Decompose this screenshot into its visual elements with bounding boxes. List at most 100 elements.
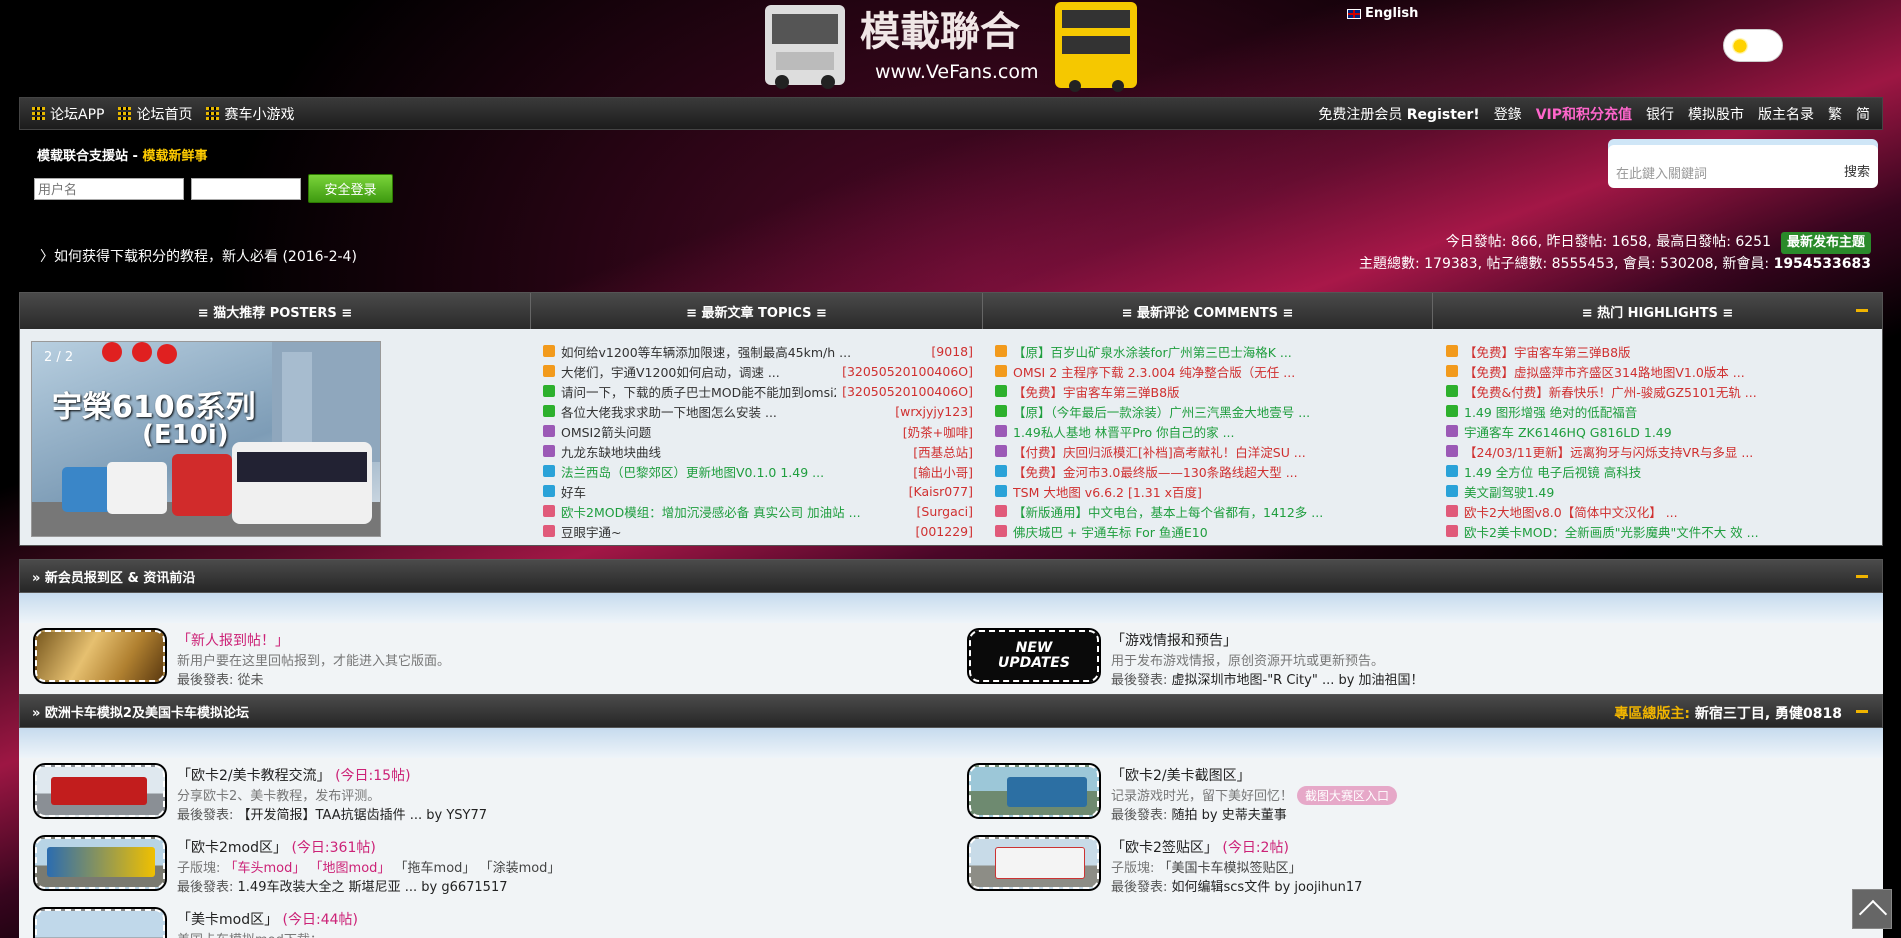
forum-name[interactable]: 「欧卡2/美卡截图区」 [1111,765,1251,785]
topic-item[interactable]: 欧卡2MOD模组：增加沉浸感必备 真实公司 加油站 ... [Surgaci] [543,501,973,521]
comment-title[interactable]: 【新版通用】中文电台，基本上每个省都有，1412多 ... [1013,502,1425,521]
highlight-item[interactable]: 1.49 图形增强 绝对的低配福音 [1446,401,1876,421]
traditional-link[interactable]: 繁 [1828,104,1842,124]
highlight-item[interactable]: 美文副驾驶1.49 [1446,481,1876,501]
topic-item[interactable]: 大佬们，宇通V1200如何启动，调速 ... [32050520100406O] [543,361,973,381]
author-name[interactable]: [奶茶+咖啡] [903,422,973,441]
highlight-item[interactable]: 宇通客车 ZK6146HQ G816LD 1.49 [1446,421,1876,441]
subforum-link[interactable]: 「涂装mod」 [480,861,561,876]
author-name[interactable]: [32050520100406O] [842,384,973,399]
nav-racing-game[interactable]: 赛车小游戏 [206,104,294,124]
moderators-link[interactable]: 版主名录 [1758,104,1814,124]
search-input[interactable]: 在此鍵入關鍵詞 [1616,163,1707,182]
topic-title[interactable]: 欧卡2MOD模组：增加沉浸感必备 真实公司 加油站 ... [561,502,911,521]
search-button[interactable]: 搜索 [1844,161,1870,180]
username-input[interactable] [34,178,184,200]
subforum-link[interactable]: 「美国卡车模拟签贴区」 [1159,861,1302,876]
simplified-link[interactable]: 简 [1856,104,1870,124]
forum-icon[interactable] [967,763,1101,819]
password-input[interactable] [191,178,301,200]
comment-title[interactable]: 【免费】宇宙客车第三弹B8版 [1013,382,1425,401]
author-name[interactable]: [输出小哥] [913,462,973,481]
topic-item[interactable]: 好车 [Kaisr077] [543,481,973,501]
poster-slide[interactable]: 2 / 2 宇榮6106系列 (E10i) [31,341,381,537]
topic-item[interactable]: 如何给v1200等车辆添加限速，强制最高45km/h ... [9018] [543,341,973,361]
comment-title[interactable]: 佛庆城巴 + 宇通车标 For 鱼通E10 [1013,522,1425,541]
highlight-title[interactable]: 【免费&付费】新春快乐！广州-骏威GZ5101无轨 ... [1464,382,1876,401]
topic-title[interactable]: 法兰西岛（巴黎郊区）更新地图V0.1.0 1.49 ... [561,462,907,481]
new-topic-button[interactable]: 最新发布主题 [1780,232,1871,254]
highlight-item[interactable]: 欧卡2大地图v8.0【简体中文汉化】 ... [1446,501,1876,521]
collapse-icon[interactable] [1856,575,1868,578]
comment-item[interactable]: TSM 大地图 v6.6.2 [1.31 x百度] [995,481,1425,501]
newest-member[interactable]: 1954533683 [1774,256,1871,272]
comment-item[interactable]: OMSI 2 主程序下载 2.3.004 纯净整合版（无任 ... [995,361,1425,381]
subforum-link[interactable]: 「车头mod」 [225,861,306,876]
topic-title[interactable]: OMSI2箭头问题 [561,422,897,441]
author-name[interactable]: [9018] [931,344,973,359]
comment-title[interactable]: 1.49私人基地 林晋平Pro 你自己的家 ... [1013,422,1425,441]
topic-title[interactable]: 九龙东缺地块曲线 [561,442,907,461]
comment-item[interactable]: 佛庆城巴 + 宇通车标 For 鱼通E10 [995,521,1425,541]
comment-item[interactable]: 【付费】庆回归派模汇[补档]高考献礼！白洋淀SU ... [995,441,1425,461]
forum-name[interactable]: 「游戏情报和预告」 [1111,630,1237,650]
login-button[interactable]: 安全登录 [308,174,393,203]
highlight-item[interactable]: 1.49 全方位 电子后视镜 高科技 [1446,461,1876,481]
author-name[interactable]: [wrxjyjy123] [895,404,973,419]
topic-item[interactable]: 请问一下，下载的质子巴士MOD能不能加到omsi2里 [3205052010040… [543,381,973,401]
topic-title[interactable]: 如何给v1200等车辆添加限速，强制最高45km/h ... [561,342,925,361]
highlight-title[interactable]: 欧卡2美卡MOD：全新画质"光影魔典"文件不大 效 ... [1464,522,1876,541]
highlight-title[interactable]: 宇通客车 ZK6146HQ G816LD 1.49 [1464,422,1876,441]
topic-title[interactable]: 好车 [561,482,903,501]
comment-title[interactable]: TSM 大地图 v6.6.2 [1.31 x百度] [1013,482,1425,501]
highlight-title[interactable]: 【24/03/11更新】远离狗牙与闪烁支持VR与多显 ... [1464,442,1876,461]
forum-icon[interactable]: NEW UPDATES [967,628,1101,684]
site-logo[interactable]: 模載聯合 www.VeFans.com [760,0,1145,92]
back-to-top-button[interactable] [1852,889,1892,929]
highlight-item[interactable]: 【免费】宇宙客车第三弹B8版 [1446,341,1876,361]
comment-item[interactable]: 【免费】金河市3.0最终版——130条路线超大型 ... [995,461,1425,481]
author-name[interactable]: [西基总站] [913,442,973,461]
highlight-title[interactable]: 欧卡2大地图v8.0【简体中文汉化】 ... [1464,502,1876,521]
support-site-link[interactable]: 模载联合支援站 [37,149,128,164]
topic-title[interactable]: 豆眼宇通~ [561,522,910,541]
news-link[interactable]: 模载新鲜事 [142,149,207,164]
comment-title[interactable]: 【免费】金河市3.0最终版——130条路线超大型 ... [1013,462,1425,481]
forum-name[interactable]: 「欧卡2mod区」 (今日:361帖) [177,837,376,857]
comment-item[interactable]: 【免费】宇宙客车第三弹B8版 [995,381,1425,401]
collapse-icon[interactable] [1856,309,1868,312]
comment-title[interactable]: 【付费】庆回归派模汇[补档]高考献礼！白洋淀SU ... [1013,442,1425,461]
forum-name[interactable]: 「新人报到帖！」 [177,630,289,650]
comment-item[interactable]: 【新版通用】中文电台，基本上每个省都有，1412多 ... [995,501,1425,521]
subforum-link[interactable]: 「拖车mod」 [395,861,476,876]
highlight-title[interactable]: 【免费】宇宙客车第三弹B8版 [1464,342,1876,361]
forum-icon[interactable] [33,628,167,684]
forum-icon[interactable] [967,835,1101,891]
login-link[interactable]: 登錄 [1494,104,1522,124]
topic-title[interactable]: 各位大佬我求求助一下地图怎么安装 ... [561,402,889,421]
forum-icon[interactable] [33,763,167,819]
nav-forum-home[interactable]: 论坛首页 [118,104,192,124]
topic-item[interactable]: 豆眼宇通~ [001229] [543,521,973,541]
forum-icon[interactable] [33,835,167,891]
highlight-title[interactable]: 1.49 全方位 电子后视镜 高科技 [1464,462,1876,481]
author-name[interactable]: [Surgaci] [917,504,973,519]
comment-item[interactable]: 1.49私人基地 林晋平Pro 你自己的家 ... [995,421,1425,441]
tutorial-link[interactable]: 〉如何获得下载积分的教程，新人必看 (2016-2-4) [40,246,357,266]
bank-link[interactable]: 银行 [1646,104,1674,124]
contest-entry-tag[interactable]: 截图大赛区入口 [1297,786,1398,805]
forum-icon[interactable] [33,907,167,938]
highlight-item[interactable]: 【免费&付费】新春快乐！广州-骏威GZ5101无轨 ... [1446,381,1876,401]
topic-title[interactable]: 大佬们，宇通V1200如何启动，调速 ... [561,362,836,381]
comment-title[interactable]: 【原】（今年最后一款涂装）广州三汽黑金大地壹号 ... [1013,402,1425,421]
comment-title[interactable]: OMSI 2 主程序下载 2.3.004 纯净整合版（无任 ... [1013,362,1425,381]
topic-item[interactable]: 各位大佬我求求助一下地图怎么安装 ... [wrxjyjy123] [543,401,973,421]
vip-link[interactable]: VIP和积分充值 [1536,104,1632,124]
highlight-title[interactable]: 美文副驾驶1.49 [1464,482,1876,501]
comment-item[interactable]: 【原】百岁山矿泉水涂装for广州第三巴士海格K ... [995,341,1425,361]
comment-item[interactable]: 【原】（今年最后一款涂装）广州三汽黑金大地壹号 ... [995,401,1425,421]
stock-link[interactable]: 模拟股市 [1688,104,1744,124]
comment-title[interactable]: 【原】百岁山矿泉水涂装for广州第三巴士海格K ... [1013,342,1425,361]
topic-item[interactable]: 法兰西岛（巴黎郊区）更新地图V0.1.0 1.49 ... [输出小哥] [543,461,973,481]
register-link[interactable]: 免费注册会员 Register! [1318,104,1479,124]
